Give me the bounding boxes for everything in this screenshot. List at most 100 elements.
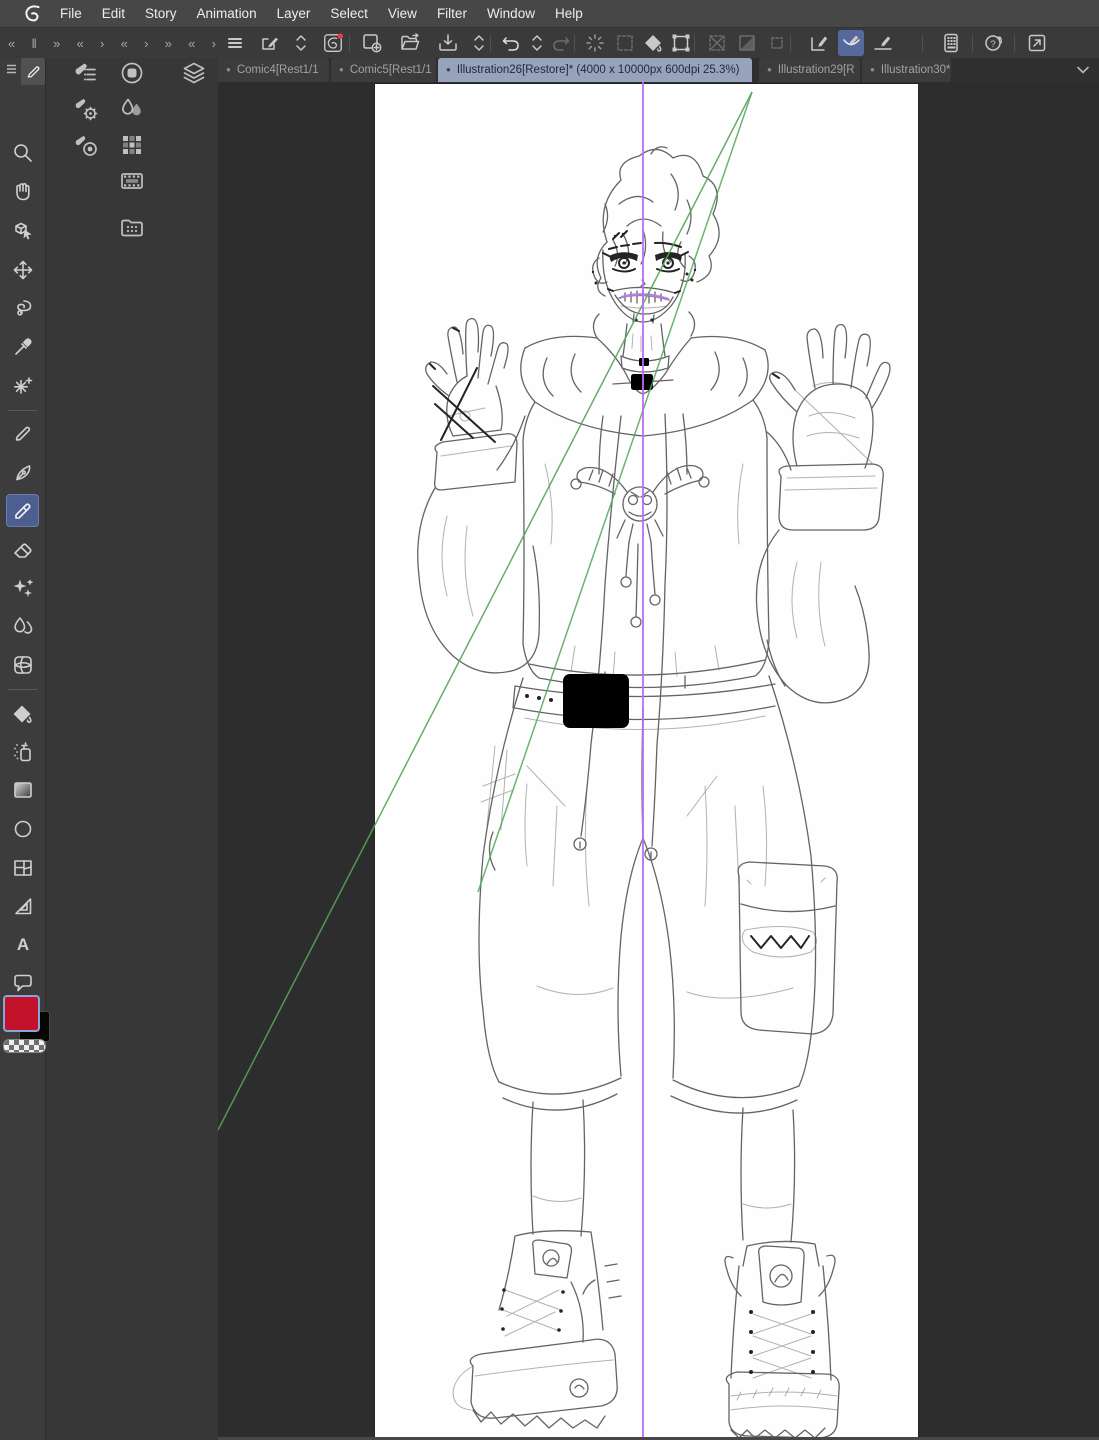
object-edit-icon[interactable] — [257, 30, 283, 56]
redo-icon[interactable] — [548, 30, 574, 56]
auto-select-tool-icon[interactable] — [10, 373, 36, 399]
main-menu-icon[interactable] — [222, 30, 248, 56]
ellipse-tool-icon[interactable] — [10, 816, 36, 842]
snap-to-special-ruler-icon[interactable] — [838, 30, 864, 56]
tab-label: Illustration30* — [880, 64, 951, 76]
color-set-palette-icon[interactable] — [119, 132, 145, 158]
expand-icon[interactable]: › — [100, 36, 104, 51]
save-icon[interactable] — [435, 30, 461, 56]
help-guide-icon[interactable]: ? — [980, 30, 1006, 56]
perspective-guide-line[interactable] — [218, 91, 753, 1131]
quick-access-palette-icon[interactable] — [119, 60, 145, 86]
snap-to-ruler-icon[interactable] — [806, 30, 832, 56]
expand-icon[interactable]: › — [144, 36, 148, 51]
pencil-tool-icon[interactable] — [10, 419, 36, 445]
active-tool-pencil-button[interactable] — [21, 58, 45, 85]
move-layer-tool-icon[interactable] — [10, 257, 36, 283]
color-mix-palette-icon[interactable] — [119, 96, 145, 122]
zoom-tool-icon[interactable] — [10, 140, 36, 166]
hand-tool-icon[interactable] — [10, 179, 36, 205]
tab-modified-dot: ● — [226, 65, 231, 74]
divider — [490, 35, 491, 52]
eraser-tool-icon[interactable] — [10, 536, 36, 562]
collapse-left-icon[interactable]: « — [188, 36, 195, 51]
splitter-icon[interactable]: ‖ — [31, 36, 36, 51]
perspective-guide-line[interactable] — [477, 91, 753, 893]
tool-property-palette-icon[interactable] — [73, 96, 99, 122]
command-bar: « ‖ » « › « › » « › ? — [0, 27, 1099, 59]
tab-comic5[interactable]: ● Comic5[Rest1/1 — [331, 58, 436, 82]
transparent-color-swatch[interactable] — [3, 1039, 46, 1053]
menu-story[interactable]: Story — [135, 0, 187, 27]
menu-select[interactable]: Select — [320, 0, 378, 27]
ruler-guides — [218, 82, 753, 1440]
numeric-pad-icon[interactable] — [938, 30, 964, 56]
marker-tool-icon[interactable] — [10, 498, 36, 524]
timeline-palette-icon[interactable] — [119, 168, 145, 194]
brush-size-palette-icon[interactable] — [73, 132, 99, 158]
divider — [972, 35, 973, 52]
sub-tool-palette-icon[interactable] — [73, 60, 99, 86]
divider — [574, 35, 575, 52]
airbrush-tool-icon[interactable] — [10, 739, 36, 765]
tab-illustration26-active[interactable]: ● Illustration26[Restore]* (4000 x 10000… — [438, 58, 752, 82]
open-file-icon[interactable] — [397, 30, 423, 56]
text-tool-icon[interactable]: A — [10, 931, 36, 957]
collapse-left-icon[interactable]: « — [121, 36, 128, 51]
menu-file[interactable]: File — [50, 0, 92, 27]
frame-border-tool-icon[interactable] — [10, 855, 36, 881]
svg-text:A: A — [17, 935, 29, 954]
operation-tool-icon[interactable] — [10, 217, 36, 243]
collapse-left-icon[interactable]: « — [8, 36, 15, 51]
tab-overflow-chevron-down-icon[interactable] — [1075, 62, 1091, 83]
menu-filter[interactable]: Filter — [427, 0, 477, 27]
undo-icon[interactable] — [498, 30, 524, 56]
menu-layer[interactable]: Layer — [267, 0, 321, 27]
figure-tool-icon[interactable] — [10, 652, 36, 678]
menu-view[interactable]: View — [378, 0, 427, 27]
tab-label: Illustration26[Restore]* (4000 x 10000px… — [456, 64, 740, 76]
symmetry-off-icon[interactable] — [704, 30, 730, 56]
decoration-tool-icon[interactable] — [10, 575, 36, 601]
undo-updown-icon[interactable] — [524, 30, 550, 56]
new-canvas-icon[interactable] — [359, 30, 385, 56]
menu-edit[interactable]: Edit — [92, 0, 135, 27]
transform-frame-icon[interactable] — [668, 30, 694, 56]
fill-shape-icon[interactable] — [640, 30, 666, 56]
menu-animation[interactable]: Animation — [187, 0, 267, 27]
refresh-spinner-icon[interactable] — [582, 30, 608, 56]
gradient-tool-icon[interactable] — [10, 777, 36, 803]
collapse-left-icon[interactable]: « — [77, 36, 84, 51]
snap-to-grid-icon[interactable] — [870, 30, 896, 56]
layer-palette-icon[interactable] — [181, 60, 207, 86]
tab-illustration29[interactable]: ● Illustration29[R — [759, 58, 860, 82]
ruler-tool-icon[interactable] — [10, 893, 36, 919]
select-area-icon[interactable] — [612, 30, 638, 56]
menu-window[interactable]: Window — [477, 0, 545, 27]
fill-tool-icon[interactable] — [10, 701, 36, 727]
eyedropper-tool-icon[interactable] — [10, 334, 36, 360]
blend-tool-icon[interactable] — [10, 613, 36, 639]
balloon-tool-icon[interactable] — [10, 970, 36, 996]
tab-modified-dot: ● — [767, 65, 772, 74]
mask-off-icon[interactable] — [734, 30, 760, 56]
lasso-tool-icon[interactable] — [10, 295, 36, 321]
expand-right-icon[interactable]: » — [165, 36, 172, 51]
tab-label: Comic4[Rest1/1 — [236, 64, 319, 76]
pen-tool-icon[interactable] — [10, 460, 36, 486]
expand-right-icon[interactable]: » — [53, 36, 60, 51]
foreground-color-swatch[interactable] — [3, 995, 40, 1032]
menu-help[interactable]: Help — [545, 0, 593, 27]
object-updown-icon[interactable] — [288, 30, 314, 56]
tab-illustration30[interactable]: ● Illustration30* — [862, 58, 951, 82]
selection-off-icon[interactable] — [764, 30, 790, 56]
fullscreen-icon[interactable] — [1024, 30, 1050, 56]
tab-comic4[interactable]: ● Comic4[Rest1/1 — [218, 58, 329, 82]
tab-label: Comic5[Rest1/1 — [349, 64, 432, 76]
save-updown-icon[interactable] — [466, 30, 492, 56]
material-palette-icon[interactable] — [119, 214, 145, 240]
canvas-area[interactable] — [218, 82, 1099, 1440]
clip-studio-icon[interactable] — [320, 30, 346, 56]
tool-palette-menu-icon[interactable] — [5, 62, 18, 80]
expand-icon[interactable]: › — [212, 36, 216, 51]
